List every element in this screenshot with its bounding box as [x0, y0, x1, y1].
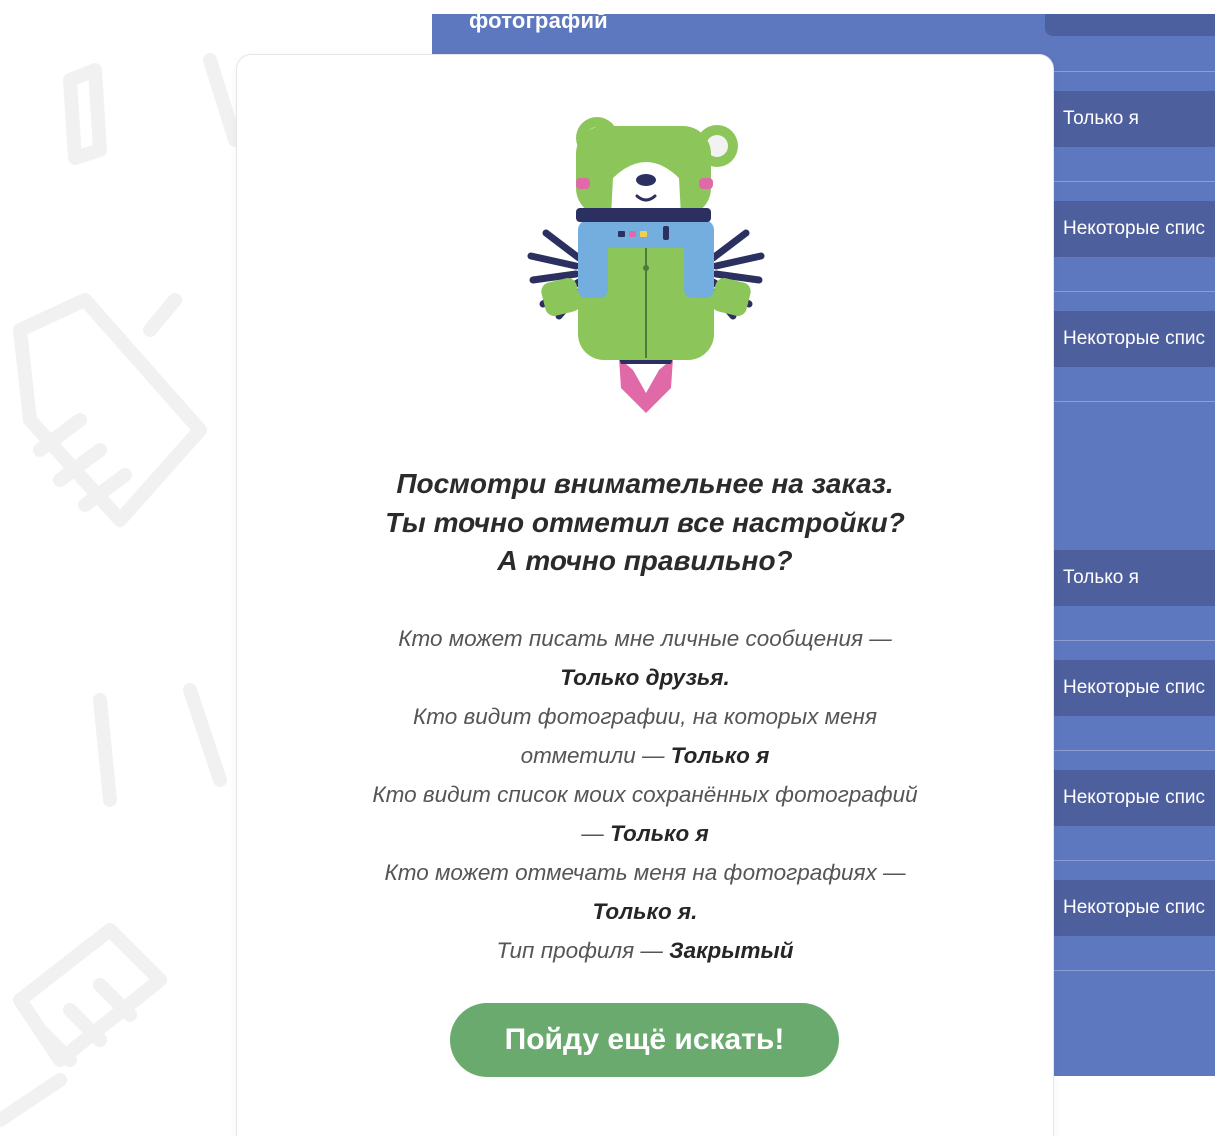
setting-question: Кто видит список моих сохранённых фотогр… [372, 782, 918, 807]
setting-answer: Только я. [592, 899, 698, 924]
privacy-option[interactable]: Некоторые спис [1053, 880, 1215, 936]
search-again-button[interactable]: Пойду ещё искать! [450, 1003, 839, 1077]
divider [1053, 750, 1215, 751]
setting-question: Кто видит фотографии, на которых меня [413, 704, 877, 729]
setting-answer: Только я [610, 821, 709, 846]
setting-dash: — [581, 821, 604, 846]
setting-question: Тип профиля — [496, 938, 663, 963]
settings-summary: Кто может писать мне личные сообщения — … [330, 619, 960, 970]
setting-answer: Только друзья. [560, 665, 730, 690]
heading-line: Посмотри внимательнее на заказ. [396, 468, 894, 499]
divider [1053, 401, 1215, 402]
setting-question: Кто может писать мне личные сообщения — [398, 626, 892, 651]
privacy-option[interactable]: Только я [1053, 91, 1215, 147]
setting-answer: Только я [670, 743, 770, 768]
setting-question: отметили — [520, 743, 665, 768]
divider [1053, 71, 1215, 72]
heading-line: А точно правильно? [497, 545, 793, 576]
heading-line: Ты точно отметил все настройки? [385, 506, 905, 538]
divider [1053, 291, 1215, 292]
background-page-label: фотографий [469, 8, 608, 33]
divider [1053, 970, 1215, 971]
bear-rocket-illustration [527, 117, 765, 413]
setting-question: Кто может отмечать меня на фотографиях — [384, 860, 906, 885]
screen: фотографий Только я Некоторые спис Некот… [0, 0, 1215, 1136]
privacy-option[interactable]: Некоторые спис [1053, 660, 1215, 716]
privacy-option[interactable]: Некоторые спис [1053, 311, 1215, 367]
privacy-option[interactable]: Только я [1053, 550, 1215, 606]
setting-answer: Закрытый [669, 938, 794, 963]
privacy-option[interactable]: Некоторые спис [1053, 201, 1215, 257]
divider [1053, 181, 1215, 182]
modal-heading: Посмотри внимательнее на заказ. Ты точно… [300, 465, 990, 581]
background-page-chip [1045, 14, 1215, 36]
divider [1053, 640, 1215, 641]
divider [1053, 860, 1215, 861]
privacy-option[interactable]: Некоторые спис [1053, 770, 1215, 826]
